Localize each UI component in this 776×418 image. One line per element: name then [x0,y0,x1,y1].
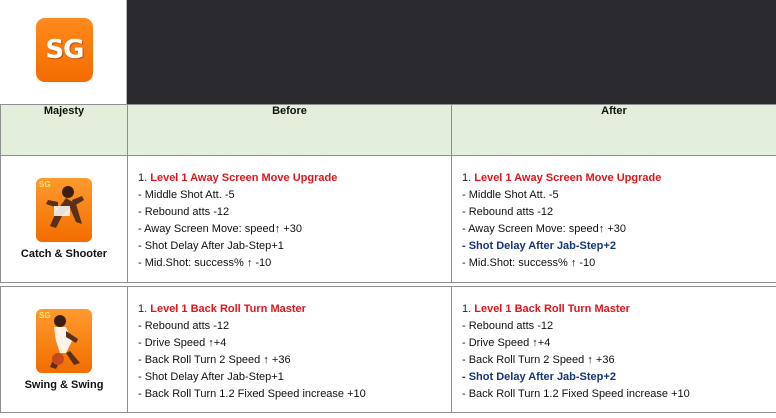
skill-line: - Rebound atts -12 [138,320,230,332]
table-row: SG Catch & Shooter 1. Level 1 Away Scree… [0,155,776,283]
skill-line: - Shot Delay After Jab-Step+1 [138,371,284,383]
skill-line: - Middle Shot Att. -5 [462,189,559,201]
skill-title-line: 1. Level 1 Away Screen Move Upgrade [462,170,768,187]
header-row: Majesty Before After [0,104,776,156]
skill-title: Level 1 Away Screen Move Upgrade [150,172,338,184]
skill-title: Level 1 Away Screen Move Upgrade [474,172,662,184]
before-cell: 1. Level 1 Back Roll Turn Master - Rebou… [127,286,452,413]
page: SG Majesty Before After SG Catch & Shoot… [0,0,776,418]
skill-line-changed: - Shot Delay After Jab-Step+2 [462,371,616,383]
player-cell: SG Swing & Swing [0,286,128,413]
skill-line: - Back Roll Turn 1.2 Fixed Speed increas… [138,388,366,400]
skill-comparison-table: Majesty Before After SG Catch & Shooter [0,104,776,413]
dark-banner [127,0,776,104]
catch-shooter-player-icon: SG [36,178,92,242]
skill-title-line: 1. Level 1 Back Roll Turn Master [462,301,768,318]
skill-line: - Rebound atts -12 [462,320,554,332]
skill-line: - Back Roll Turn 2 Speed ↑ +36 [462,354,615,366]
header-before: Before [127,104,452,156]
skill-line: - Shot Delay After Jab-Step+1 [138,240,284,252]
skill-title-line: 1. Level 1 Away Screen Move Upgrade [138,170,443,187]
skill-line: - Back Roll Turn 2 Speed ↑ +36 [138,354,291,366]
top-banner-row: SG [0,0,776,104]
skill-line: - Mid.Shot: success% ↑ -10 [462,257,596,269]
skill-line: - Rebound atts -12 [138,206,230,218]
sg-logo-icon: SG [36,18,93,82]
player-name: Swing & Swing [24,378,104,391]
skill-number: 1. [462,172,475,184]
skill-title: Level 1 Back Roll Turn Master [150,303,306,315]
skill-number: 1. [462,303,475,315]
table-row: SG Swing & Swing 1. Level 1 Back Roll Tu… [0,286,776,413]
header-after: After [451,104,776,156]
skill-line: - Away Screen Move: speed↑ +30 [462,223,626,235]
before-cell: 1. Level 1 Away Screen Move Upgrade - Mi… [127,155,452,283]
header-player: Majesty [0,104,128,156]
logo-text: SG [45,35,84,65]
logo-cell: SG [0,0,127,104]
skill-line: - Mid.Shot: success% ↑ -10 [138,257,272,269]
player-cell: SG Catch & Shooter [0,155,128,283]
skill-line: - Drive Speed ↑+4 [462,337,551,349]
skill-line: - Rebound atts -12 [462,206,554,218]
skill-number: 1. [138,303,151,315]
swing-swing-player-icon: SG [36,308,92,373]
skill-title-line: 1. Level 1 Back Roll Turn Master [138,301,443,318]
skill-line-changed: - Shot Delay After Jab-Step+2 [462,240,616,252]
skill-line: - Back Roll Turn 1.2 Fixed Speed increas… [462,388,690,400]
player-name: Catch & Shooter [20,248,108,260]
skill-title: Level 1 Back Roll Turn Master [474,303,630,315]
skill-line: - Drive Speed ↑+4 [138,337,227,349]
skill-number: 1. [138,172,151,184]
after-cell: 1. Level 1 Back Roll Turn Master - Rebou… [451,286,776,413]
skill-line: - Middle Shot Att. -5 [138,189,235,201]
skill-line: - Away Screen Move: speed↑ +30 [138,223,302,235]
after-cell: 1. Level 1 Away Screen Move Upgrade - Mi… [451,155,776,283]
